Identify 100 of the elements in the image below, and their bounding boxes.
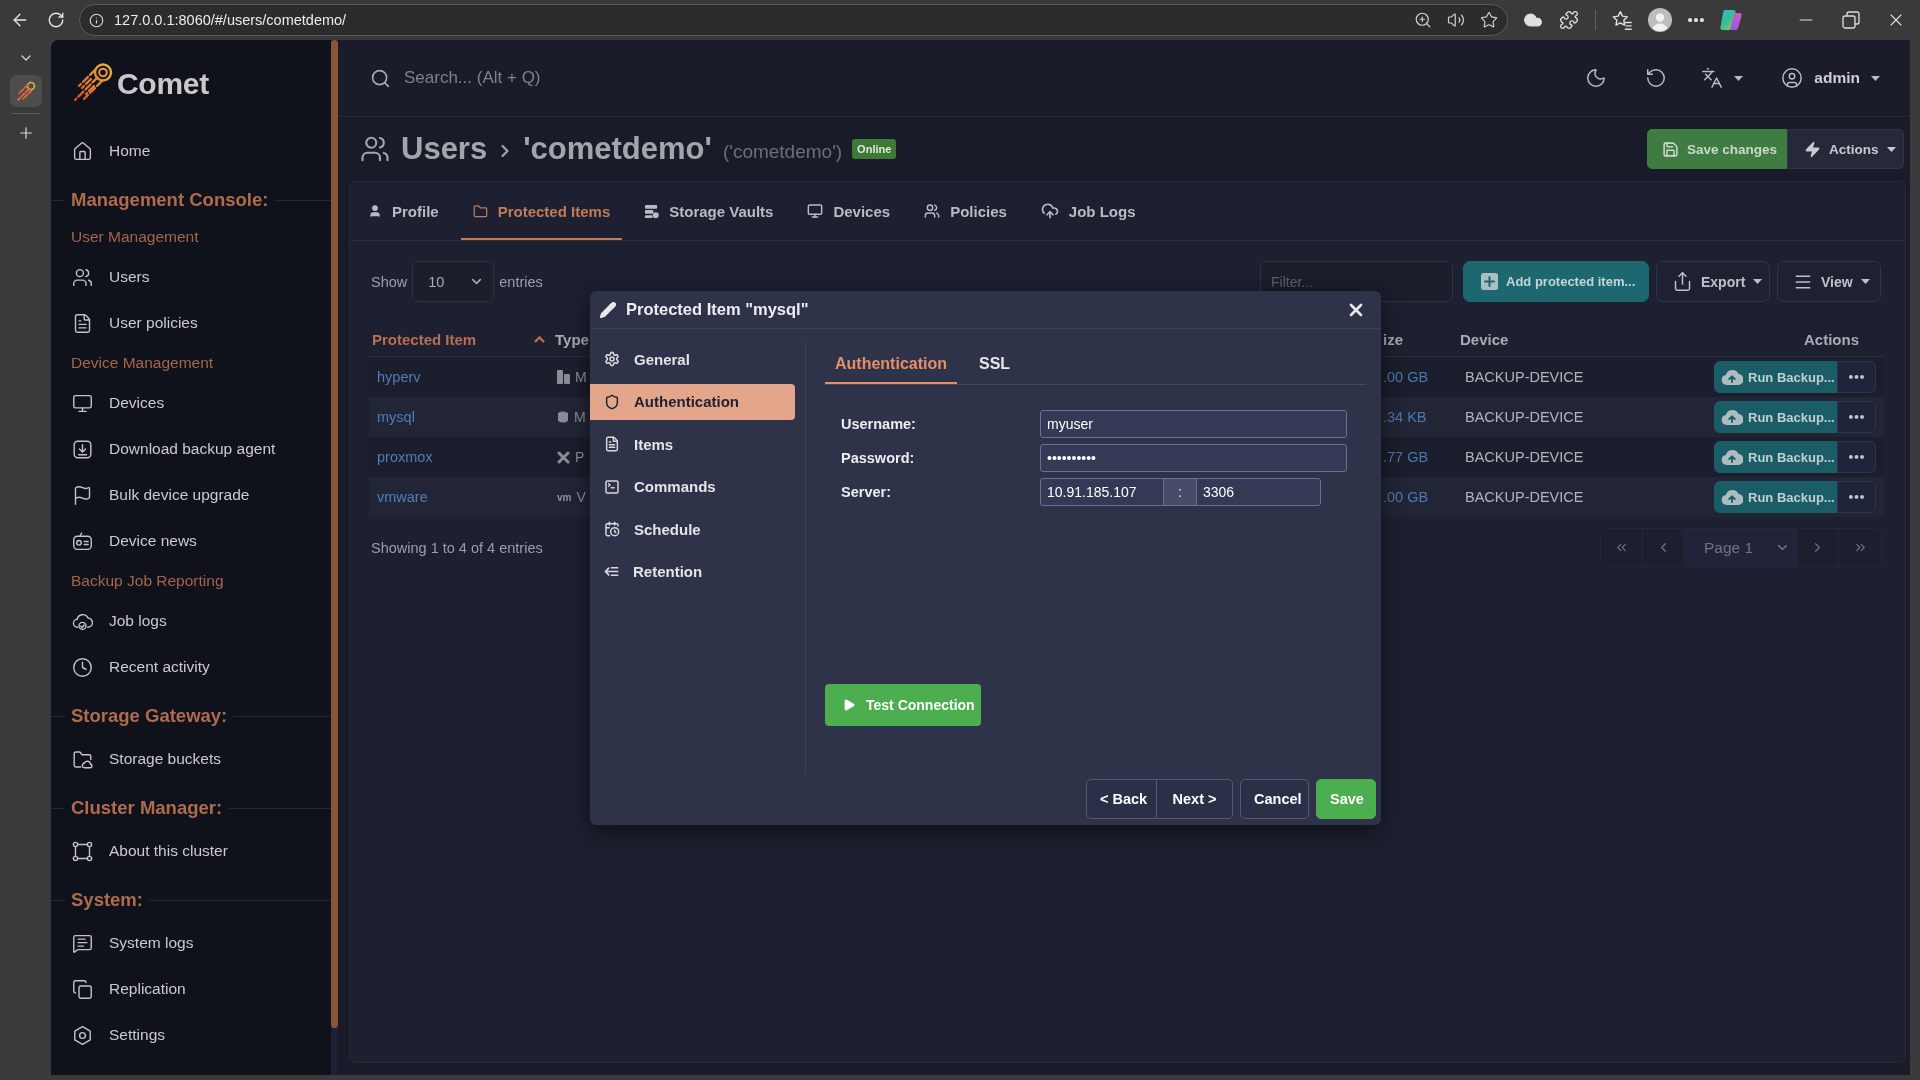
cancel-button[interactable]: Cancel bbox=[1240, 779, 1309, 819]
play-icon bbox=[842, 698, 856, 712]
caret-icon bbox=[1871, 75, 1880, 81]
sidebar-link[interactable]: Recent activity bbox=[51, 644, 331, 690]
input-field[interactable]: •••••••••• bbox=[1040, 444, 1347, 472]
server-icon bbox=[644, 203, 660, 219]
tab[interactable]: Devices bbox=[795, 182, 903, 240]
host-field[interactable]: 10.91.185.107 bbox=[1040, 478, 1164, 506]
table-cell: BACKUP-DEVICE bbox=[1465, 409, 1584, 425]
favorites-icon[interactable] bbox=[1612, 10, 1632, 30]
port-separator: : bbox=[1164, 478, 1196, 506]
avatar-icon[interactable] bbox=[1648, 8, 1672, 32]
colorful-logo-icon[interactable] bbox=[1720, 9, 1742, 31]
speaker-icon[interactable] bbox=[1447, 11, 1465, 29]
tab[interactable]: Profile bbox=[356, 182, 451, 240]
status-badge: Online bbox=[852, 139, 897, 159]
history-icon[interactable] bbox=[1645, 67, 1668, 89]
sidebar-link[interactable]: Bulk device upgrade bbox=[51, 472, 331, 518]
item-link[interactable]: mysql bbox=[377, 409, 415, 425]
more-button[interactable] bbox=[1837, 361, 1876, 393]
item-link[interactable]: vmware bbox=[377, 489, 428, 505]
sidebar-heading: Storage Gateway: bbox=[70, 705, 229, 727]
page-size-select[interactable]: 10 bbox=[412, 261, 495, 302]
star-icon[interactable] bbox=[1480, 11, 1498, 29]
dialog-nav-item[interactable]: Authentication bbox=[590, 383, 795, 420]
tab[interactable]: Policies bbox=[912, 182, 1019, 240]
cloud-upload-icon bbox=[1721, 369, 1743, 385]
cloud-upload-icon bbox=[1721, 489, 1743, 505]
column-header[interactable]: Actions bbox=[1804, 330, 1859, 348]
table-cell: P bbox=[575, 449, 585, 465]
dialog-nav-item[interactable]: General bbox=[590, 341, 795, 377]
view-button[interactable]: View bbox=[1777, 261, 1881, 302]
column-header[interactable]: ize bbox=[1383, 330, 1403, 348]
input-field[interactable]: myuser bbox=[1040, 410, 1347, 438]
run-backup-button[interactable]: Run Backup... bbox=[1714, 401, 1837, 433]
sidebar-link[interactable]: Home bbox=[51, 128, 331, 174]
zoom-in-icon[interactable] bbox=[1414, 11, 1432, 29]
reload-icon[interactable] bbox=[47, 11, 65, 29]
tab[interactable]: Protected Items bbox=[460, 182, 623, 240]
size-link[interactable]: .77 GB bbox=[1383, 449, 1429, 465]
sidebar-link[interactable]: Devices bbox=[51, 380, 331, 426]
port-field[interactable]: 3306 bbox=[1196, 478, 1321, 506]
dialog-nav-item[interactable]: Commands bbox=[590, 468, 795, 505]
sidebar-heading: Cluster Manager: bbox=[70, 797, 224, 819]
user-menu-button[interactable]: admin bbox=[1781, 67, 1880, 89]
column-header[interactable]: Type bbox=[555, 330, 589, 348]
translate-icon bbox=[1701, 67, 1724, 89]
monitor-icon bbox=[807, 203, 824, 219]
sidebar-link[interactable]: Device news bbox=[51, 518, 331, 564]
more-icon bbox=[1849, 415, 1864, 419]
puzzle-icon[interactable] bbox=[1559, 10, 1579, 30]
search-field[interactable]: Search... (Alt + Q) bbox=[402, 67, 802, 89]
next-button[interactable]: Next > bbox=[1157, 779, 1233, 819]
more-button[interactable] bbox=[1837, 401, 1876, 433]
restore-icon[interactable] bbox=[1842, 11, 1860, 29]
dialog-nav-item[interactable]: Retention bbox=[590, 553, 795, 590]
sidebar-link[interactable]: Download backup agent bbox=[51, 426, 331, 472]
sidebar-link[interactable]: Replication bbox=[51, 966, 331, 1012]
item-link[interactable]: hyperv bbox=[377, 369, 421, 385]
tab-icon[interactable] bbox=[9, 75, 42, 107]
more-icon bbox=[1849, 495, 1864, 499]
run-backup-button[interactable]: Run Backup... bbox=[1714, 481, 1837, 513]
add-button[interactable]: Add protected item... bbox=[1463, 261, 1649, 302]
dialog-nav-item[interactable]: Schedule bbox=[590, 511, 795, 547]
sidebar-link[interactable]: User policies bbox=[51, 300, 331, 346]
moon-icon[interactable] bbox=[1585, 67, 1608, 89]
page-subtitle: ('cometdemo') bbox=[722, 140, 843, 163]
more-icon[interactable] bbox=[1688, 17, 1704, 23]
frame-icon bbox=[72, 840, 93, 862]
sidebar-link[interactable]: System logs bbox=[51, 920, 331, 966]
tab[interactable]: Storage Vaults bbox=[632, 182, 786, 240]
sidebar-link[interactable]: Settings bbox=[51, 1012, 331, 1058]
dialog-tab[interactable]: Authentication bbox=[825, 345, 957, 384]
sidebar-link[interactable]: Users bbox=[51, 254, 331, 300]
more-button[interactable] bbox=[1837, 441, 1876, 473]
dialog-nav-item[interactable]: Items bbox=[590, 426, 795, 462]
export-button[interactable]: Export bbox=[1656, 261, 1770, 302]
address-bar[interactable]: 127.0.0.1:8060/#/users/cometdemo/ bbox=[79, 4, 1508, 36]
clock-icon bbox=[72, 656, 93, 678]
share-icon bbox=[1672, 271, 1693, 292]
tab[interactable]: Job Logs bbox=[1028, 182, 1148, 240]
sidebar-link[interactable]: Storage buckets bbox=[51, 736, 331, 782]
back-button[interactable]: < Back bbox=[1086, 779, 1157, 819]
run-backup-button[interactable]: Run Backup... bbox=[1714, 441, 1837, 473]
user-circle-icon bbox=[1781, 67, 1804, 89]
dialog-tab[interactable]: SSL bbox=[969, 345, 1021, 384]
settings-icon bbox=[72, 1024, 93, 1046]
info-icon[interactable] bbox=[89, 12, 104, 28]
table-cell: M bbox=[575, 369, 587, 385]
users-icon bbox=[360, 134, 390, 164]
language-button[interactable] bbox=[1701, 67, 1744, 89]
size-link[interactable]: .00 GB bbox=[1383, 369, 1429, 385]
actions-button[interactable]: Actions bbox=[1787, 129, 1904, 169]
sidebar-link[interactable]: Job logs bbox=[51, 598, 331, 644]
column-header[interactable]: Device bbox=[1460, 330, 1509, 348]
column-header[interactable]: Protected Item bbox=[372, 330, 477, 348]
run-backup-button[interactable]: Run Backup... bbox=[1714, 361, 1837, 393]
more-button[interactable] bbox=[1837, 481, 1876, 513]
item-link[interactable]: proxmox bbox=[377, 449, 433, 465]
sidebar-link[interactable]: About this cluster bbox=[51, 828, 331, 874]
